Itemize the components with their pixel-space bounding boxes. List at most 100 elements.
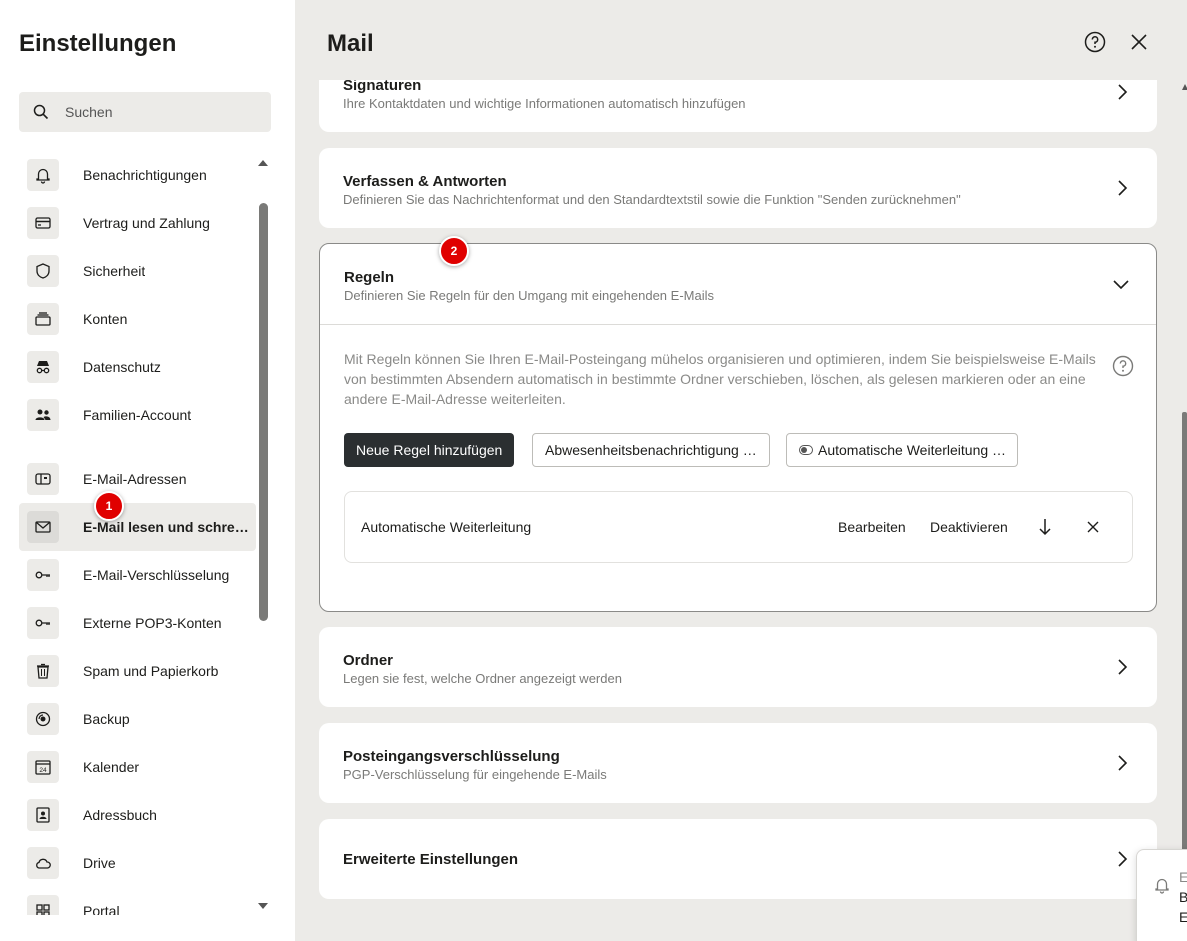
- sidebar-item-email-lesen[interactable]: E-Mail lesen und schreiben: [19, 503, 256, 551]
- contact-book-icon: [27, 799, 59, 831]
- section-ordner[interactable]: Ordner Legen sie fest, welche Ordner ang…: [319, 627, 1157, 707]
- sidebar-title: Einstellungen: [19, 30, 177, 57]
- divider: [320, 324, 1156, 325]
- chevron-right-icon: [1118, 180, 1128, 196]
- sidebar-item-verschluesselung[interactable]: E-Mail-Verschlüsselung: [19, 551, 256, 599]
- key-icon: [27, 559, 59, 591]
- credit-card-icon: [27, 207, 59, 239]
- sidebar-scroll-up-arrow[interactable]: [258, 160, 268, 166]
- sidebar-item-drive[interactable]: Drive: [19, 839, 256, 887]
- key-icon: [27, 607, 59, 639]
- bell-icon: [27, 159, 59, 191]
- sidebar-item-label: Externe POP3-Konten: [83, 615, 222, 631]
- edit-rule-button[interactable]: Bearbeiten: [838, 519, 906, 535]
- sidebar-item-konten[interactable]: Konten: [19, 295, 256, 343]
- section-erweitert[interactable]: Erweiterte Einstellungen: [319, 819, 1157, 899]
- regeln-description: Mit Regeln können Sie Ihren E-Mail-Poste…: [344, 351, 1096, 407]
- settings-sidebar: Einstellungen Benachrichtigungen Vertrag…: [0, 0, 295, 941]
- section-subtitle: Ihre Kontaktdaten und wichtige Informati…: [343, 96, 746, 111]
- sidebar-item-label: Adressbuch: [83, 807, 157, 823]
- section-signaturen[interactable]: Signaturen Ihre Kontaktdaten und wichtig…: [319, 80, 1157, 132]
- settings-content: Signaturen Ihre Kontaktdaten und wichtig…: [295, 80, 1175, 941]
- section-title: Verfassen & Antworten: [343, 173, 507, 190]
- content-scroll-up-arrow[interactable]: [1182, 84, 1187, 90]
- sidebar-item-email-adressen[interactable]: E-Mail-Adressen: [19, 455, 256, 503]
- sidebar-item-backup[interactable]: Backup: [19, 695, 256, 743]
- chevron-right-icon: [1118, 84, 1128, 100]
- sidebar-scrollbar[interactable]: [259, 203, 268, 621]
- toast-line-1: E: [1179, 869, 1187, 885]
- sidebar-item-label: Vertrag und Zahlung: [83, 215, 210, 231]
- trash-icon: [27, 655, 59, 687]
- search-box[interactable]: [19, 92, 271, 132]
- section-title: Regeln: [344, 269, 395, 286]
- sidebar-item-spam[interactable]: Spam und Papierkorb: [19, 647, 256, 695]
- deactivate-rule-button[interactable]: Deaktivieren: [930, 519, 1008, 535]
- auto-forward-button[interactable]: Automatische Weiterleitung …: [786, 433, 1018, 467]
- sidebar-item-label: Familien-Account: [83, 407, 192, 423]
- calendar-icon: 24: [27, 751, 59, 783]
- section-regeln: Regeln Definieren Sie Regeln für den Umg…: [319, 243, 1157, 612]
- rule-row: Automatische Weiterleitung Bearbeiten De…: [344, 491, 1133, 563]
- mailbox-icon: [27, 463, 59, 495]
- annotation-badge-2: 2: [439, 236, 469, 266]
- cloud-icon: [27, 847, 59, 879]
- search-input[interactable]: [65, 104, 255, 120]
- sidebar-item-label: E-Mail-Verschlüsselung: [83, 567, 230, 583]
- sidebar-item-label: Sicherheit: [83, 263, 146, 279]
- auto-forward-label: Automatische Weiterleitung …: [818, 442, 1007, 458]
- sidebar-item-adressbuch[interactable]: Adressbuch: [19, 791, 256, 839]
- sidebar-item-portal[interactable]: Portal: [19, 887, 256, 915]
- envelope-icon: [27, 511, 59, 543]
- chevron-down-icon: [1113, 280, 1129, 290]
- absence-notification-button[interactable]: Abwesenheitsbenachrichtigung …: [532, 433, 770, 467]
- sidebar-item-sicherheit[interactable]: Sicherheit: [19, 247, 256, 295]
- close-icon: [1129, 32, 1149, 57]
- sidebar-item-label: E-Mail-Adressen: [83, 471, 187, 487]
- bell-icon: [1153, 876, 1171, 899]
- family-icon: [27, 399, 59, 431]
- rule-name: Automatische Weiterleitung: [361, 519, 532, 535]
- chevron-right-icon: [1118, 659, 1128, 675]
- delete-rule-icon[interactable]: [1086, 520, 1100, 539]
- sidebar-item-label: Spam und Papierkorb: [83, 663, 219, 679]
- section-title: Posteingangsverschlüsselung: [343, 748, 560, 765]
- sidebar-item-datenschutz[interactable]: Datenschutz: [19, 343, 256, 391]
- sidebar-scroll-down-arrow[interactable]: [258, 903, 268, 909]
- sidebar-item-label: Datenschutz: [83, 359, 161, 375]
- backup-icon: [27, 703, 59, 735]
- move-down-icon[interactable]: [1037, 518, 1053, 541]
- sidebar-item-benachrichtigungen[interactable]: Benachrichtigungen: [19, 151, 256, 199]
- section-subtitle: Legen sie fest, welche Ordner angezeigt …: [343, 671, 622, 686]
- section-posteingang[interactable]: Posteingangsverschlüsselung PGP-Verschlü…: [319, 723, 1157, 803]
- shield-icon: [27, 255, 59, 287]
- toast-line-2: B: [1179, 889, 1187, 905]
- section-subtitle: PGP-Verschlüsselung für eingehende E-Mai…: [343, 767, 607, 782]
- section-title: Erweiterte Einstellungen: [343, 851, 519, 868]
- sidebar-item-label: Benachrichtigungen: [83, 167, 207, 183]
- grid-icon: [27, 895, 59, 915]
- help-icon[interactable]: [1112, 355, 1134, 382]
- chevron-right-icon: [1118, 851, 1128, 867]
- sidebar-item-pop3[interactable]: Externe POP3-Konten: [19, 599, 256, 647]
- section-verfassen[interactable]: Verfassen & Antworten Definieren Sie das…: [319, 148, 1157, 228]
- sidebar-item-familien[interactable]: Familien-Account: [19, 391, 256, 439]
- sidebar-item-label: E-Mail lesen und schreiben: [83, 519, 251, 535]
- close-button[interactable]: [1127, 32, 1151, 56]
- toast-line-3: E: [1179, 909, 1187, 925]
- section-subtitle: Definieren Sie das Nachrichtenformat und…: [343, 192, 961, 207]
- section-title: Signaturen: [343, 80, 422, 94]
- accounts-stack-icon: [27, 303, 59, 335]
- help-button[interactable]: [1083, 31, 1107, 56]
- sidebar-item-vertrag[interactable]: Vertrag und Zahlung: [19, 199, 256, 247]
- incognito-icon: [27, 351, 59, 383]
- section-title: Ordner: [343, 652, 394, 669]
- content-scrollbar[interactable]: [1182, 412, 1187, 852]
- sidebar-item-label: Kalender: [83, 759, 140, 775]
- add-rule-button[interactable]: Neue Regel hinzufügen: [344, 433, 515, 467]
- annotation-badge-1: 1: [94, 491, 124, 521]
- search-icon: [33, 104, 49, 120]
- page-title: Mail: [327, 30, 374, 57]
- sidebar-item-kalender[interactable]: 24 Kalender: [19, 743, 256, 791]
- notification-toast[interactable]: E B E: [1136, 849, 1187, 941]
